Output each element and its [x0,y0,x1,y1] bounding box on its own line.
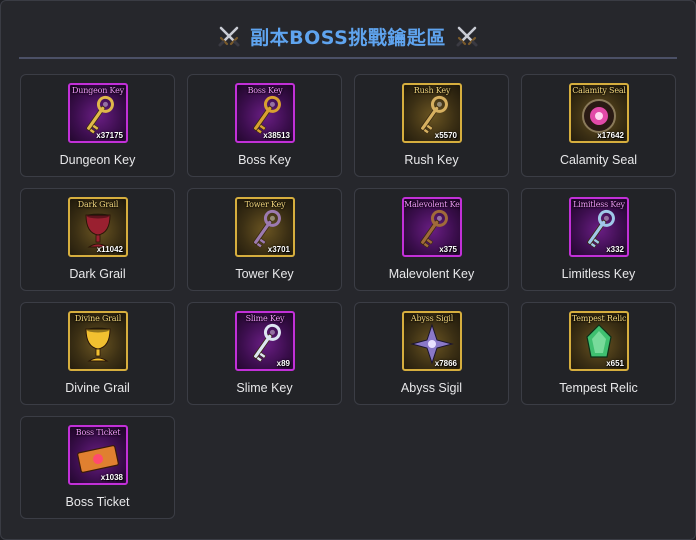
item-name: Abyss Sigil [400,381,463,395]
item-icon-label: Slime Key [245,314,285,323]
item-icon-label: Abyss Sigil [410,314,454,323]
item-card-dark-grail[interactable]: Dark Grail x11042 Dark Grail [20,188,175,291]
item-icon-label: Boss Key [247,86,283,95]
item-icon-label: Limitless Key [573,200,625,209]
item-icon-label: Calamity Seal [572,86,626,95]
item-icon-frame: Tempest Relic x651 [569,311,629,371]
boss-key-panel: 副本BOSS挑戰鑰匙區 Dungeon Key x37175 Dungeon Key [0,0,696,540]
item-icon-label: Malevolent Key [404,200,462,209]
item-count: x3701 [267,245,290,254]
item-icon-label: Boss Ticket [75,428,121,437]
item-name: Rush Key [404,153,459,167]
item-card-calamity-seal[interactable]: Calamity Seal x17642 Calamity Seal [521,74,676,177]
item-icon-frame: Malevolent Key x375 [402,197,462,257]
item-card-limitless-key[interactable]: Limitless Key x332 Limitless Key [521,188,676,291]
item-card-tower-key[interactable]: Tower Key x3701 Tower Key [187,188,342,291]
item-icon-label: Rush Key [413,86,451,95]
item-name: Tempest Relic [559,381,638,395]
item-name: Slime Key [236,381,293,395]
item-icon-frame: Abyss Sigil x7866 [402,311,462,371]
item-name: Dungeon Key [59,153,136,167]
item-icon-frame: Divine Grail [68,311,128,371]
item-grid: Dungeon Key x37175 Dungeon Key Boss Key x38… [20,74,676,519]
item-count: x5570 [434,131,457,140]
item-card-dungeon-key[interactable]: Dungeon Key x37175 Dungeon Key [20,74,175,177]
item-icon-frame: Calamity Seal x17642 [569,83,629,143]
item-icon-frame: Dungeon Key x37175 [68,83,128,143]
item-icon-label: Tempest Relic [571,314,627,323]
item-icon-frame: Boss Ticket x1038 [68,425,128,485]
item-card-abyss-sigil[interactable]: Abyss Sigil x7866 Abyss Sigil [354,302,509,405]
item-icon-frame: Limitless Key x332 [569,197,629,257]
item-icon-frame: Tower Key x3701 [235,197,295,257]
item-card-slime-key[interactable]: Slime Key x89 Slime Key [187,302,342,405]
item-icon-label: Dungeon Key [72,86,124,95]
item-icon-frame: Boss Key x38513 [235,83,295,143]
item-card-boss-key[interactable]: Boss Key x38513 Boss Key [187,74,342,177]
item-name: Limitless Key [561,267,636,281]
item-card-tempest-relic[interactable]: Tempest Relic x651 Tempest Relic [521,302,676,405]
crossed-swords-icon [456,26,478,47]
item-icon-label: Tower Key [244,200,286,209]
item-icon-frame: Rush Key x5570 [402,83,462,143]
item-card-malevolent-key[interactable]: Malevolent Key x375 Malevolent Key [354,188,509,291]
item-name: Boss Ticket [65,495,130,509]
item-count: x332 [606,245,624,254]
item-icon-label: Dark Grail [77,200,119,209]
item-count: x7866 [434,359,457,368]
item-card-divine-grail[interactable]: Divine Grail Divine Grail [20,302,175,405]
item-count: x11042 [96,245,123,254]
panel-header: 副本BOSS挑戰鑰匙區 [19,15,677,59]
item-card-boss-ticket[interactable]: Boss Ticket x1038 Boss Ticket [20,416,175,519]
page-title: 副本BOSS挑戰鑰匙區 [250,26,446,49]
item-icon-label: Divine Grail [74,314,122,323]
item-name: Boss Key [238,153,291,167]
item-count: x1038 [100,473,123,482]
item-count: x17642 [597,131,624,140]
item-count: x89 [276,359,290,368]
item-count: x375 [439,245,457,254]
crossed-swords-icon [218,26,240,47]
item-count: x37175 [96,131,123,140]
item-count: x38513 [263,131,290,140]
item-icon-frame: Slime Key x89 [235,311,295,371]
item-name: Tower Key [235,267,294,281]
item-count: x651 [606,359,624,368]
item-name: Divine Grail [65,381,130,395]
item-name: Dark Grail [69,267,126,281]
item-icon-frame: Dark Grail x11042 [68,197,128,257]
item-name: Malevolent Key [388,267,475,281]
item-card-rush-key[interactable]: Rush Key x5570 Rush Key [354,74,509,177]
item-name: Calamity Seal [559,153,638,167]
